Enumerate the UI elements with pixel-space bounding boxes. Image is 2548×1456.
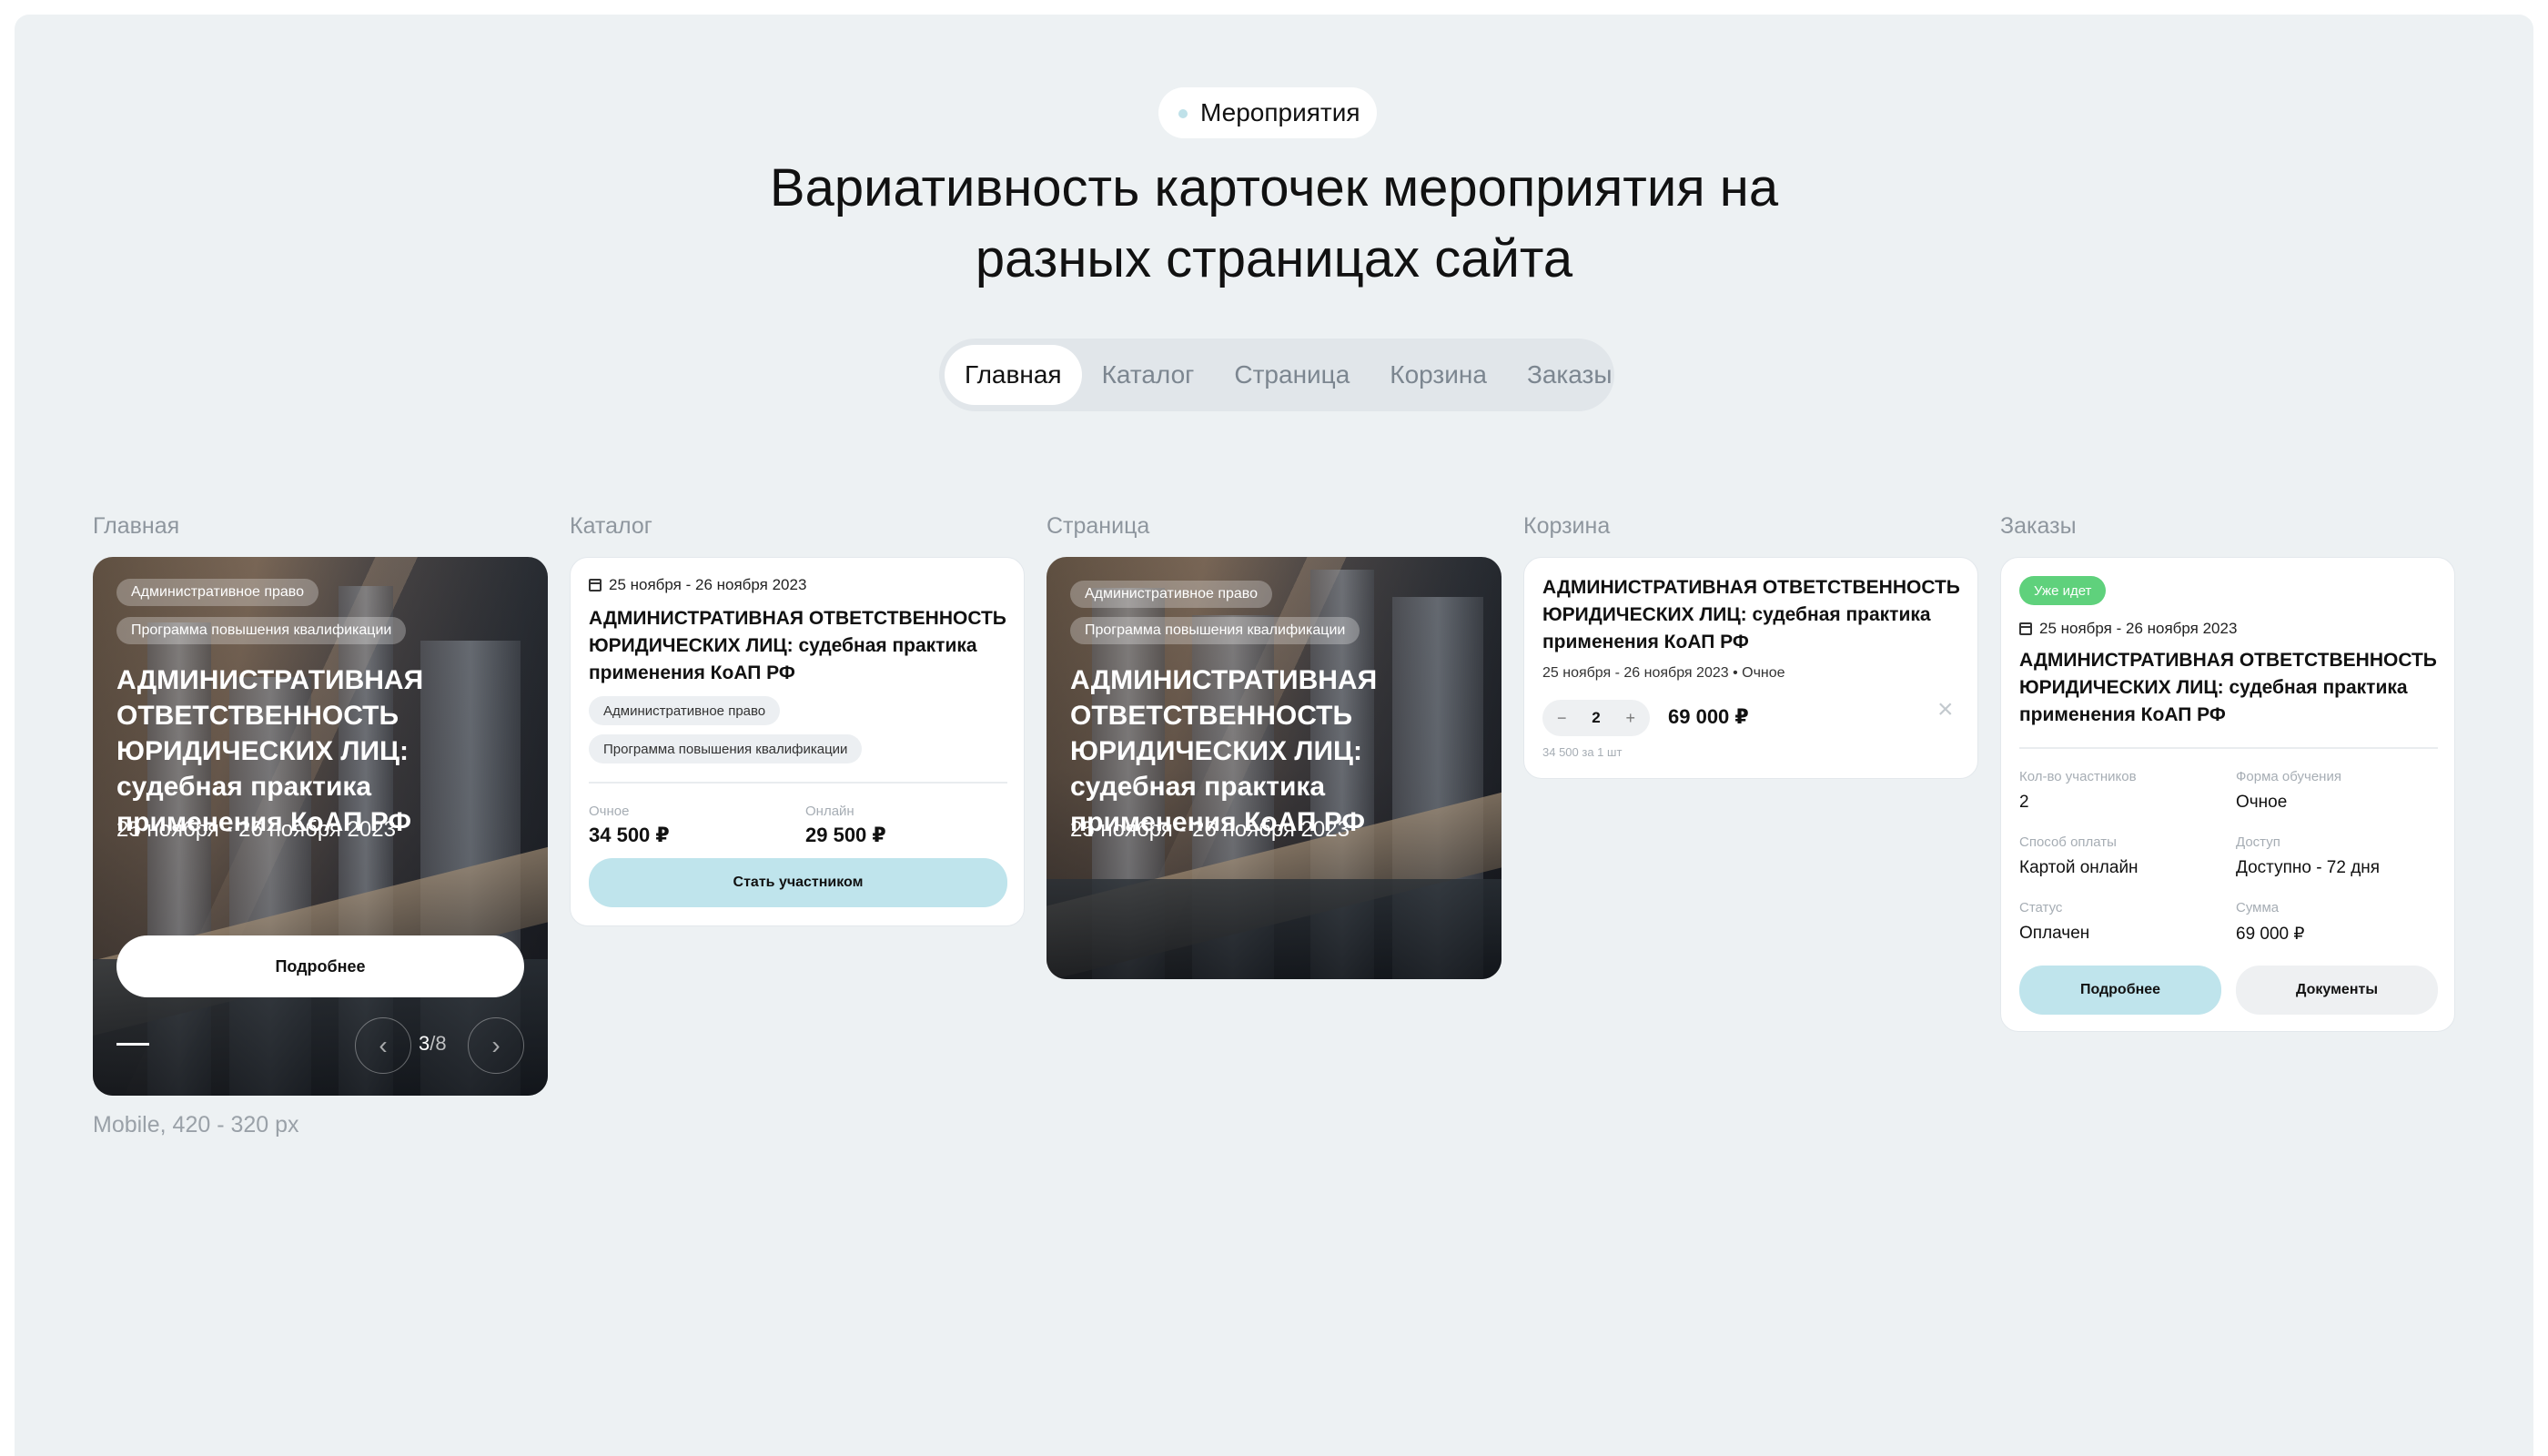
field-value: Оплачен <box>2019 924 2090 943</box>
event-date: 25 ноября - 26 ноября 2023 <box>1070 817 1350 842</box>
tab-cart[interactable]: Корзина <box>1370 345 1507 405</box>
section-label: Мероприятия <box>1200 98 1360 126</box>
slider-progress <box>116 1043 149 1046</box>
event-card-page[interactable]: Административное право Программа повышен… <box>1046 557 1502 979</box>
documents-button[interactable]: Документы <box>2236 966 2438 1015</box>
close-icon[interactable]: × <box>1937 694 1954 725</box>
more-button[interactable]: Подробнее <box>116 935 524 997</box>
title-line-2: разных страницах сайта <box>975 229 1573 288</box>
field-label: Форма обучения <box>2236 769 2341 784</box>
slide-counter: 3/8 <box>419 1032 447 1056</box>
event-date: 25 ноября - 26 ноября 2023 <box>116 817 396 842</box>
event-card-orders[interactable]: Уже идет 25 ноября - 26 ноября 2023 АДМИ… <box>2000 557 2455 1032</box>
tag-category: Административное право <box>1070 581 1273 608</box>
format-label: Онлайн <box>805 804 854 819</box>
tab-orders[interactable]: Заказы <box>1507 345 1633 405</box>
cart-price: 69 000 ₽ <box>1668 705 1749 728</box>
chevron-left-icon[interactable]: ‹ <box>355 1017 411 1074</box>
more-button[interactable]: Подробнее <box>2019 966 2221 1015</box>
tag-category: Административное право <box>589 696 781 725</box>
column-label-page: Страница <box>1046 513 1150 539</box>
tag-program: Программа повышения квалификации <box>116 617 407 644</box>
format-price: 29 500 ₽ <box>805 824 886 846</box>
event-date-row: 25 ноября - 26 ноября 2023 <box>589 576 806 594</box>
column-label-cart: Корзина <box>1523 513 1611 539</box>
unit-price: 34 500 за 1 шт <box>1542 745 1623 759</box>
divider <box>2019 747 2438 749</box>
event-date: 25 ноября - 26 ноября 2023 <box>609 576 807 593</box>
tab-home[interactable]: Главная <box>945 345 1082 405</box>
calendar-icon <box>589 579 602 592</box>
become-participant-button[interactable]: Стать участником <box>589 858 1007 907</box>
tab-page[interactable]: Страница <box>1214 345 1370 405</box>
column-label-home: Главная <box>93 513 180 539</box>
event-card-home[interactable]: Административное право Программа повышен… <box>93 557 548 1096</box>
field-label: Способ оплаты <box>2019 834 2117 850</box>
divider <box>589 782 1007 784</box>
tab-bar: Главная Каталог Страница Корзина Заказы <box>939 339 1614 411</box>
page-title: Вариативность карточек мероприятия на ра… <box>0 153 2548 295</box>
event-card-cart[interactable]: АДМИНИСТРАТИВНАЯ ОТВЕТСТВЕННОСТЬ ЮРИДИЧЕ… <box>1523 557 1978 779</box>
field-label: Статус <box>2019 900 2063 915</box>
dot-icon <box>1178 109 1188 118</box>
slide-current: 3 <box>419 1032 430 1055</box>
tab-catalog[interactable]: Каталог <box>1082 345 1215 405</box>
section-badge: Мероприятия <box>1158 87 1377 138</box>
field-label: Кол-во участников <box>2019 769 2137 784</box>
quantity-stepper: − 2 + <box>1542 700 1650 736</box>
event-title: АДМИНИСТРАТИВНАЯ ОТВЕТСТВЕННОСТЬ ЮРИДИЧЕ… <box>589 608 1006 683</box>
mobile-note: Mobile, 420 - 320 px <box>93 1112 299 1138</box>
plus-icon[interactable]: + <box>1625 709 1635 728</box>
event-date-row: 25 ноября - 26 ноября 2023 <box>2019 620 2237 638</box>
chevron-right-icon[interactable]: › <box>468 1017 524 1074</box>
tag-program: Программа повышения квалификации <box>1070 617 1360 644</box>
title-line-1: Вариативность карточек мероприятия на <box>769 158 1779 217</box>
field-label: Доступ <box>2236 834 2280 850</box>
slide-total: 8 <box>435 1032 447 1055</box>
column-label-catalog: Каталог <box>570 513 652 539</box>
calendar-icon <box>2019 622 2032 635</box>
event-meta: 25 ноября - 26 ноября 2023 • Очное <box>1542 665 1785 681</box>
event-title: АДМИНИСТРАТИВНАЯ ОТВЕТСТВЕННОСТЬ ЮРИДИЧЕ… <box>2019 650 2437 725</box>
field-value: 2 <box>2019 793 2029 812</box>
event-card-catalog[interactable]: 25 ноября - 26 ноября 2023 АДМИНИСТРАТИВ… <box>570 557 1025 926</box>
status-badge: Уже идет <box>2019 576 2107 605</box>
field-value: 69 000 ₽ <box>2236 925 2305 944</box>
event-title: АДМИНИСТРАТИВНАЯ ОТВЕТСТВЕННОСТЬ ЮРИДИЧЕ… <box>1542 577 1960 652</box>
field-value: Картой онлайн <box>2019 858 2138 877</box>
tag-program: Программа повышения квалификации <box>589 734 863 763</box>
event-date: 25 ноября - 26 ноября 2023 <box>2039 620 2238 637</box>
format-price: 34 500 ₽ <box>589 824 670 846</box>
tag-category: Административное право <box>116 579 319 606</box>
field-value: Очное <box>2236 793 2288 812</box>
minus-icon[interactable]: − <box>1557 709 1567 728</box>
event-title: АДМИНИСТРАТИВНАЯ ОТВЕТСТВЕННОСТЬ ЮРИДИЧЕ… <box>116 665 424 837</box>
field-label: Сумма <box>2236 900 2280 915</box>
quantity-value: 2 <box>1592 709 1601 726</box>
format-label: Очное <box>589 804 630 819</box>
field-value: Доступно - 72 дня <box>2236 858 2381 877</box>
photo-decor <box>1046 879 1502 979</box>
column-label-orders: Заказы <box>2000 513 2077 539</box>
event-title: АДМИНИСТРАТИВНАЯ ОТВЕТСТВЕННОСТЬ ЮРИДИЧЕ… <box>1070 665 1378 837</box>
